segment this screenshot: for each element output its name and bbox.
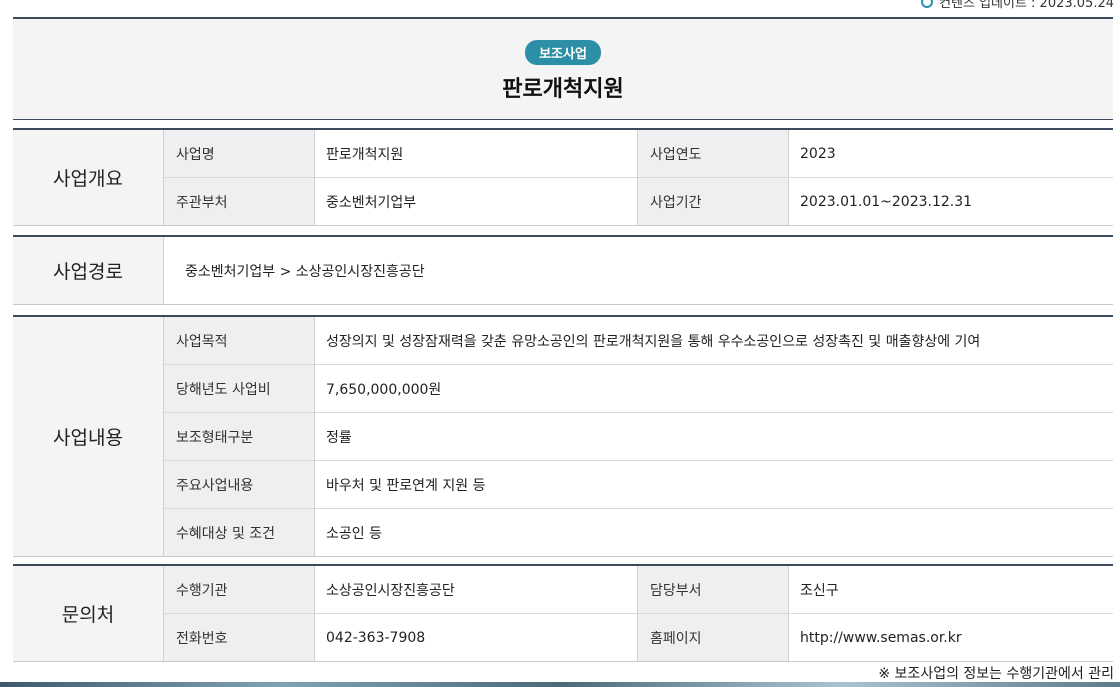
field-label: 사업명 — [163, 130, 315, 177]
field-value: 판로개척지원 — [326, 146, 404, 163]
table-row: 주관부처 중소벤처기업부 사업기간 2023.01.01~2023.12.31 — [163, 178, 1113, 225]
update-note-text: 컨텐츠 업데이트 : 2023.05.24 — [939, 0, 1114, 11]
field-value: 042-363-7908 — [326, 629, 426, 646]
footer-note: ※ 보조사업의 정보는 수행기관에서 관리 — [878, 666, 1114, 682]
route-title: 사업경로 — [13, 237, 163, 304]
field-value: 소상공인시장진흥공단 — [326, 582, 455, 599]
field-label: 담당부서 — [637, 566, 789, 613]
table-row: 사업목적 성장의지 및 성장잠재력을 갖춘 유망소공인의 판로개척지원을 통해 … — [163, 317, 1113, 365]
table-row: 수혜대상 및 조건 소공인 등 — [163, 509, 1113, 556]
bottom-strip — [0, 682, 1120, 687]
table-row: 수행기관 소상공인시장진흥공단 담당부서 조신구 — [163, 566, 1113, 614]
content-section: 사업내용 사업목적 성장의지 및 성장잠재력을 갖춘 유망소공인의 판로개척지원… — [13, 315, 1113, 557]
field-value: 7,650,000,000원 — [326, 381, 442, 398]
field-label: 수행기관 — [163, 566, 315, 613]
field-value: 정률 — [326, 429, 352, 446]
homepage-link[interactable]: http://www.semas.or.kr — [789, 614, 1113, 661]
field-value: 소공인 등 — [326, 525, 382, 542]
field-label: 주요사업내용 — [163, 461, 315, 508]
page-title: 판로개척지원 — [502, 77, 624, 102]
table-row: 전화번호 042-363-7908 홈페이지 http://www.semas.… — [163, 614, 1113, 661]
page-header: 보조사업 판로개척지원 — [13, 17, 1113, 120]
field-label: 사업목적 — [163, 317, 315, 364]
overview-section: 사업개요 사업명 판로개척지원 사업연도 2023 주관부처 중소벤처기업부 사… — [13, 128, 1113, 226]
contact-title: 문의처 — [13, 566, 163, 661]
field-label: 당해년도 사업비 — [163, 365, 315, 412]
field-label: 홈페이지 — [637, 614, 789, 661]
route-value: 중소벤처기업부 > 소상공인시장진흥공단 — [163, 237, 1113, 304]
table-row: 주요사업내용 바우처 및 판로연계 지원 등 — [163, 461, 1113, 509]
update-note: 컨텐츠 업데이트 : 2023.05.24 — [921, 0, 1114, 11]
field-value: 중소벤처기업부 — [326, 194, 417, 211]
field-label: 사업연도 — [637, 130, 789, 177]
field-value: 바우처 및 판로연계 지원 등 — [326, 477, 486, 494]
table-row: 당해년도 사업비 7,650,000,000원 — [163, 365, 1113, 413]
field-value: 성장의지 및 성장잠재력을 갖춘 유망소공인의 판로개척지원을 통해 우수소공인… — [326, 333, 981, 350]
contact-section: 문의처 수행기관 소상공인시장진흥공단 담당부서 조신구 전화번호 042-36… — [13, 564, 1113, 662]
table-row: 사업명 판로개척지원 사업연도 2023 — [163, 130, 1113, 178]
field-label: 사업기간 — [637, 178, 789, 225]
field-label: 수혜대상 및 조건 — [163, 509, 315, 556]
circle-icon — [921, 0, 934, 8]
route-section: 사업경로 중소벤처기업부 > 소상공인시장진흥공단 — [13, 235, 1113, 305]
field-label: 전화번호 — [163, 614, 315, 661]
field-value: 2023 — [800, 145, 836, 162]
field-label: 주관부처 — [163, 178, 315, 225]
overview-title: 사업개요 — [13, 130, 163, 225]
field-value: 조신구 — [800, 582, 839, 599]
field-label: 보조형태구분 — [163, 413, 315, 460]
table-row: 보조형태구분 정률 — [163, 413, 1113, 461]
field-value: 2023.01.01~2023.12.31 — [800, 193, 973, 210]
content-title: 사업내용 — [13, 317, 163, 556]
category-badge: 보조사업 — [525, 40, 601, 65]
